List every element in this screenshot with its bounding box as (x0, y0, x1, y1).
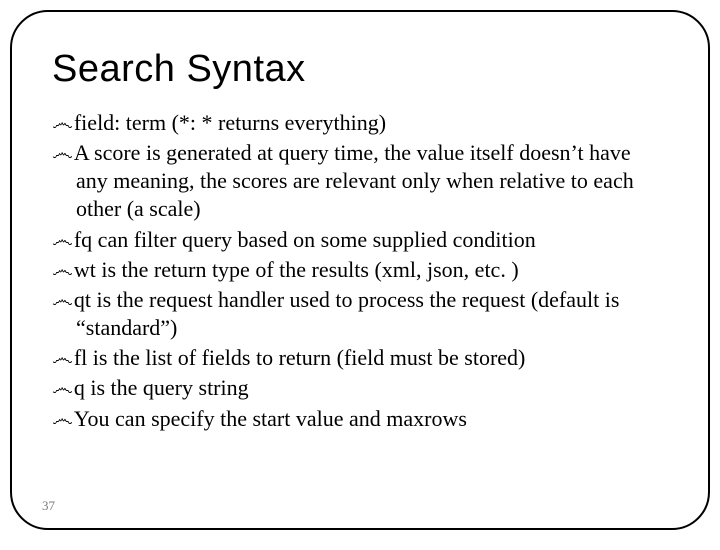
list-item-text: A score is generated at query time, the … (74, 140, 634, 221)
bullet-icon: ෴ (52, 110, 74, 135)
list-item-text: fl is the list of fields to return (fiel… (74, 345, 526, 370)
slide-title: Search Syntax (52, 48, 670, 91)
list-item-text: q is the query string (74, 375, 249, 400)
list-item-text: qt is the request handler used to proces… (74, 287, 620, 340)
bullet-list: ෴field: term (*: * returns everything) ෴… (50, 109, 670, 433)
list-item-text: fq can filter query based on some suppli… (74, 227, 536, 252)
list-item-text: wt is the return type of the results (xm… (74, 257, 519, 282)
list-item: ෴A score is generated at query time, the… (52, 139, 666, 223)
bullet-icon: ෴ (52, 345, 74, 370)
bullet-icon: ෴ (52, 287, 74, 312)
list-item: ෴wt is the return type of the results (x… (52, 256, 666, 284)
bullet-icon: ෴ (52, 227, 74, 252)
bullet-icon: ෴ (52, 257, 74, 282)
list-item-text: field: term (*: * returns everything) (74, 110, 386, 135)
slide-frame: Search Syntax ෴field: term (*: * returns… (10, 10, 710, 530)
page-number: 37 (42, 498, 55, 514)
bullet-icon: ෴ (52, 375, 74, 400)
list-item: ෴q is the query string (52, 374, 666, 402)
list-item: ෴fl is the list of fields to return (fie… (52, 344, 666, 372)
bullet-icon: ෴ (52, 140, 74, 165)
list-item: ෴qt is the request handler used to proce… (52, 286, 666, 342)
list-item: ෴field: term (*: * returns everything) (52, 109, 666, 137)
bullet-icon: ෴ (52, 406, 74, 431)
list-item-text: You can specify the start value and maxr… (74, 406, 467, 431)
list-item: ෴fq can filter query based on some suppl… (52, 226, 666, 254)
list-item: ෴You can specify the start value and max… (52, 405, 666, 433)
